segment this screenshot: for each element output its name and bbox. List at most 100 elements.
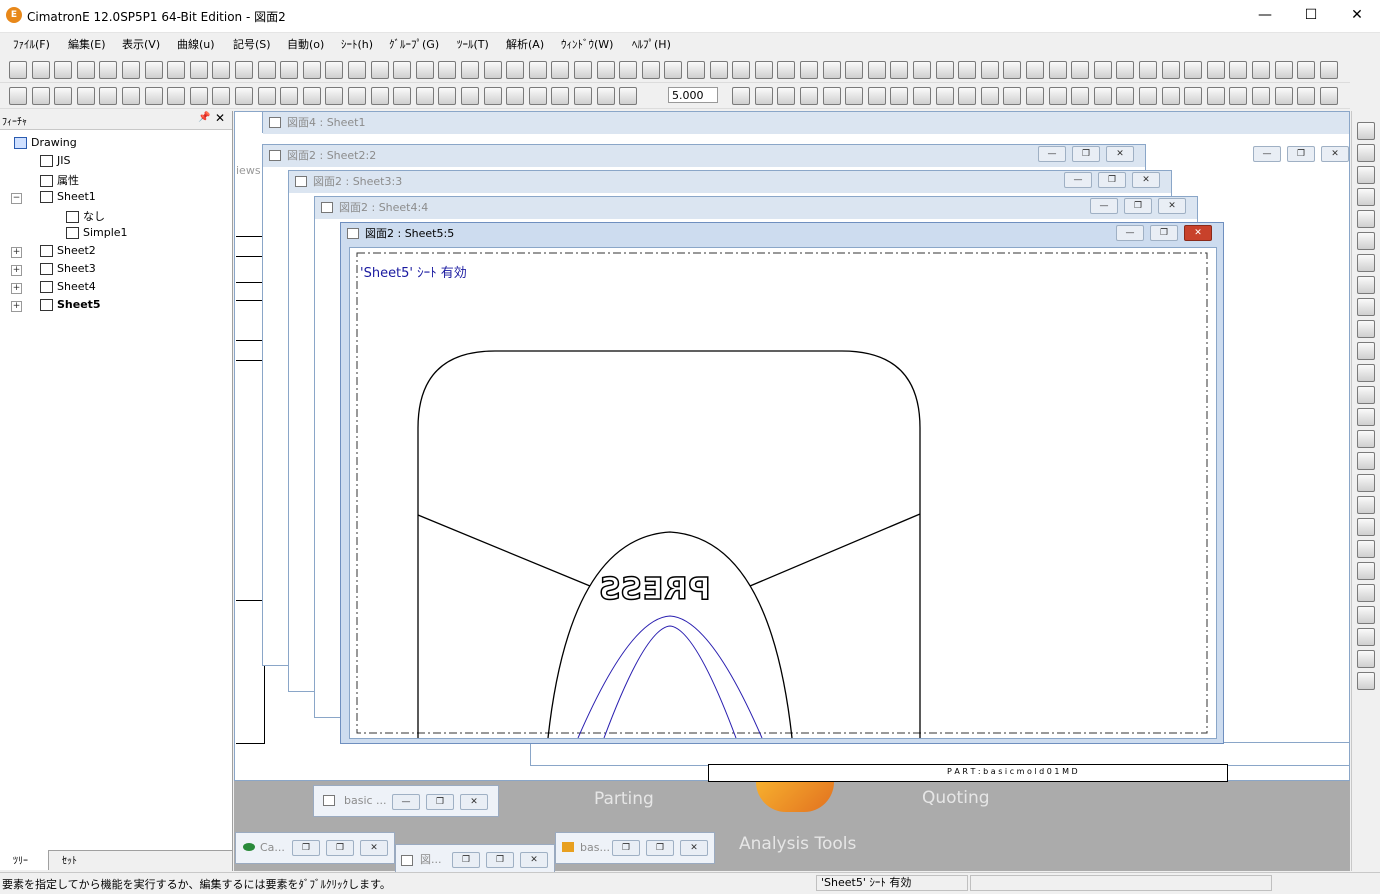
window-close-button[interactable]: ✕ bbox=[360, 840, 388, 856]
minimized-window[interactable]: Ca... ❐ ❐ ✕ bbox=[235, 832, 395, 864]
drawing-tool-icon[interactable] bbox=[1357, 122, 1375, 140]
toolbar-tool-icon[interactable] bbox=[9, 87, 27, 105]
toolbar-tool-icon[interactable] bbox=[1093, 87, 1112, 105]
toolbar-tool-icon[interactable] bbox=[1116, 61, 1135, 79]
toolbar-tool-icon[interactable] bbox=[325, 61, 344, 79]
toolbar-tool-icon[interactable] bbox=[800, 87, 818, 105]
toolbar-tool-icon[interactable] bbox=[212, 61, 231, 79]
drawing-tool-icon[interactable] bbox=[1357, 540, 1375, 558]
toolbar-tool-icon[interactable] bbox=[1071, 61, 1090, 79]
toolbar-tool-icon[interactable] bbox=[732, 87, 751, 105]
toolbar-tool-icon[interactable] bbox=[596, 61, 615, 79]
sheet-window-1[interactable]: 図面4 : Sheet1 bbox=[262, 111, 1350, 134]
minimized-window[interactable]: basic ... — ❐ ✕ bbox=[313, 785, 499, 817]
toolbar-tool-icon[interactable] bbox=[1184, 87, 1203, 105]
toolbar-tool-icon[interactable] bbox=[845, 87, 864, 105]
window-restore-button[interactable]: ❐ bbox=[452, 852, 480, 868]
window-maximize-button[interactable]: ❐ bbox=[326, 840, 354, 856]
toolbar-tool-icon[interactable] bbox=[1161, 61, 1180, 79]
toolbar-tool-icon[interactable] bbox=[619, 61, 638, 79]
window-restore-button[interactable]: ❐ bbox=[612, 840, 640, 856]
window-minimize-button[interactable]: — bbox=[1253, 146, 1281, 162]
tab-tree[interactable]: ﾂﾘｰ bbox=[13, 852, 28, 867]
toolbar-tool-icon[interactable] bbox=[31, 87, 50, 105]
toolbar-tool-icon[interactable] bbox=[1297, 61, 1316, 79]
menu-group[interactable]: ｸﾞﾙｰﾌﾟ(G) bbox=[389, 36, 439, 52]
toolbar-tool-icon[interactable] bbox=[890, 61, 909, 79]
toolbar-tool-icon[interactable] bbox=[1116, 87, 1135, 105]
toolbar-tool-icon[interactable] bbox=[415, 61, 434, 79]
panel-close-icon[interactable]: ✕ bbox=[215, 111, 225, 125]
toolbar-tool-icon[interactable] bbox=[348, 61, 366, 79]
menu-help[interactable]: ﾍﾙﾌﾟ(H) bbox=[632, 36, 671, 52]
drawing-tool-icon[interactable] bbox=[1357, 320, 1375, 338]
toolbar-tool-icon[interactable] bbox=[167, 61, 186, 79]
window-close-button[interactable]: ✕ bbox=[460, 794, 488, 810]
toolbar-tool-icon[interactable] bbox=[235, 61, 253, 79]
toolbar-tool-icon[interactable] bbox=[302, 61, 321, 79]
tree-item-sheet2[interactable]: Sheet2 bbox=[40, 244, 96, 257]
drawing-tool-icon[interactable] bbox=[1357, 210, 1375, 228]
toolbar-tool-icon[interactable] bbox=[483, 87, 502, 105]
toolbar-tool-icon[interactable] bbox=[370, 61, 389, 79]
toolbar-tool-icon[interactable] bbox=[189, 87, 208, 105]
toolbar-tool-icon[interactable] bbox=[867, 87, 886, 105]
toolbar-tool-icon[interactable] bbox=[1297, 87, 1316, 105]
window-close-button[interactable]: ✕ bbox=[1106, 146, 1134, 162]
toolbar-tool-icon[interactable] bbox=[189, 61, 208, 79]
toolbar-tool-icon[interactable] bbox=[551, 61, 570, 79]
window-minimize-button[interactable]: — bbox=[392, 794, 420, 810]
tree-item-sheet4[interactable]: Sheet4 bbox=[40, 280, 96, 293]
window-restore-button[interactable]: ❐ bbox=[1287, 146, 1315, 162]
drawing-tool-icon[interactable] bbox=[1357, 452, 1375, 470]
drawing-tool-icon[interactable] bbox=[1357, 386, 1375, 404]
menu-sheet[interactable]: ｼｰﾄ(h) bbox=[341, 36, 373, 52]
toolbar-tool-icon[interactable] bbox=[528, 61, 547, 79]
window-maximize-button[interactable]: ❐ bbox=[646, 840, 674, 856]
toolbar-tool-icon[interactable] bbox=[393, 87, 412, 105]
toolbar-tool-icon[interactable] bbox=[438, 61, 457, 79]
toolbar-tool-icon[interactable] bbox=[574, 87, 592, 105]
toolbar-tool-icon[interactable] bbox=[1071, 87, 1090, 105]
toolbar-tool-icon[interactable] bbox=[664, 61, 683, 79]
collapse-icon[interactable]: − bbox=[11, 193, 22, 204]
toolbar-tool-icon[interactable] bbox=[913, 87, 931, 105]
toolbar-tool-icon[interactable] bbox=[415, 87, 434, 105]
menu-edit[interactable]: 編集(E) bbox=[68, 36, 106, 52]
toolbar-tool-icon[interactable] bbox=[212, 87, 231, 105]
toolbar-tool-icon[interactable] bbox=[280, 87, 299, 105]
toolbar-tool-icon[interactable] bbox=[935, 61, 954, 79]
window-restore-button[interactable]: ❐ bbox=[1150, 225, 1178, 241]
window-close-button[interactable]: ✕ bbox=[1158, 198, 1186, 214]
toolbar-tool-icon[interactable] bbox=[958, 61, 977, 79]
toolbar-tool-icon[interactable] bbox=[99, 87, 118, 105]
window-close-button[interactable]: ✕ bbox=[680, 840, 708, 856]
drawing-tool-icon[interactable] bbox=[1357, 408, 1375, 426]
minimize-button[interactable]: — bbox=[1242, 0, 1288, 32]
drawing-tool-icon[interactable] bbox=[1357, 254, 1375, 272]
toolbar-tool-icon[interactable] bbox=[54, 87, 73, 105]
toolbar-tool-icon[interactable] bbox=[687, 61, 705, 79]
toolbar-tool-icon[interactable] bbox=[980, 61, 999, 79]
drawing-tool-icon[interactable] bbox=[1357, 584, 1375, 602]
toolbar-tool-icon[interactable] bbox=[1026, 87, 1044, 105]
tree-item-simple1[interactable]: Simple1 bbox=[66, 226, 128, 239]
window-restore-button[interactable]: ❐ bbox=[1072, 146, 1100, 162]
toolbar-tool-icon[interactable] bbox=[325, 87, 344, 105]
toolbar-tool-icon[interactable] bbox=[167, 87, 186, 105]
toolbar-tool-icon[interactable] bbox=[1229, 61, 1248, 79]
tree-item-sheet3[interactable]: Sheet3 bbox=[40, 262, 96, 275]
toolbar-tool-icon[interactable] bbox=[235, 87, 253, 105]
window-minimize-button[interactable]: — bbox=[1090, 198, 1118, 214]
toolbar-tool-icon[interactable] bbox=[1206, 87, 1225, 105]
pin-icon[interactable]: 📌 bbox=[198, 112, 210, 123]
toolbar-tool-icon[interactable] bbox=[551, 87, 570, 105]
drawing-tool-icon[interactable] bbox=[1357, 430, 1375, 448]
toolbar-tool-icon[interactable] bbox=[913, 61, 931, 79]
toolbar-tool-icon[interactable] bbox=[144, 87, 163, 105]
toolbar-tool-icon[interactable] bbox=[122, 61, 140, 79]
toolbar-tool-icon[interactable] bbox=[144, 61, 163, 79]
toolbar-tool-icon[interactable] bbox=[867, 61, 886, 79]
toolbar-tool-icon[interactable] bbox=[302, 87, 321, 105]
toolbar-tool-icon[interactable] bbox=[461, 87, 479, 105]
